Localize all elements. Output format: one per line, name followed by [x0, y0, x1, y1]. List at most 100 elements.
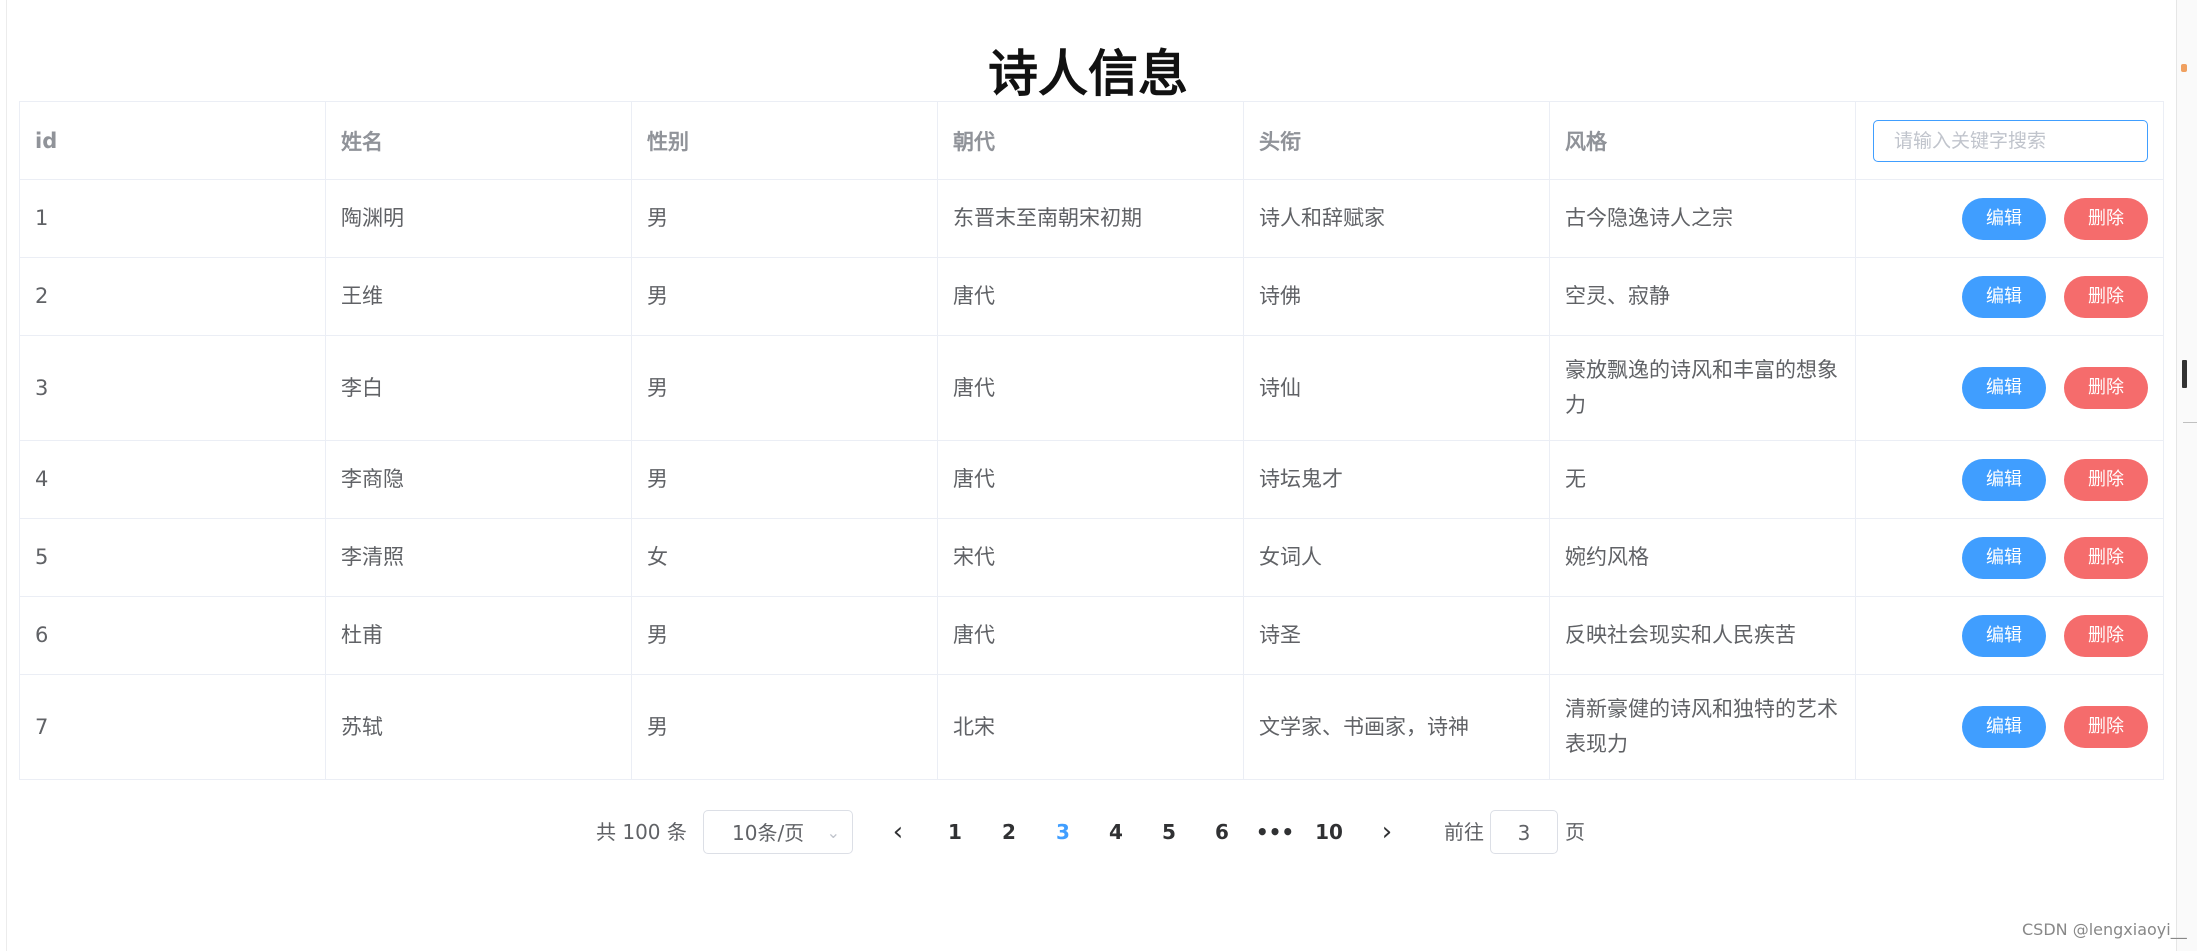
column-header-name: 姓名 [325, 101, 632, 180]
table-row: 5 李清照 女 宋代 女词人 婉约风格 编辑 删除 [19, 518, 2164, 597]
cell-gender: 男 [631, 257, 938, 336]
cell-name: 苏轼 [325, 674, 632, 780]
cell-title: 诗佛 [1243, 257, 1550, 336]
cell-gender: 男 [631, 596, 938, 675]
cell-id: 6 [19, 596, 326, 675]
cell-id: 5 [19, 518, 326, 597]
edit-button[interactable]: 编辑 [1962, 536, 2046, 579]
cell-id: 7 [19, 674, 326, 780]
cell-style: 清新豪健的诗风和独特的艺术表现力 [1549, 674, 1856, 780]
column-header-style: 风格 [1549, 101, 1856, 180]
column-header-id: id [19, 101, 326, 180]
cell-dynasty: 唐代 [937, 335, 1244, 441]
table-row: 2 王维 男 唐代 诗佛 空灵、寂静 编辑 删除 [19, 257, 2164, 336]
cell-gender: 男 [631, 674, 938, 780]
page-number[interactable]: 2 [987, 810, 1031, 854]
column-header-title: 头衔 [1243, 101, 1550, 180]
cell-actions: 编辑 删除 [1855, 518, 2164, 597]
table-row: 3 李白 男 唐代 诗仙 豪放飘逸的诗风和丰富的想象力 编辑 删除 [19, 335, 2164, 441]
delete-button[interactable]: 删除 [2064, 614, 2148, 657]
cell-name: 李白 [325, 335, 632, 441]
page-number[interactable]: 5 [1147, 810, 1191, 854]
edit-button[interactable]: 编辑 [1962, 275, 2046, 318]
cell-id: 1 [19, 179, 326, 258]
cell-style: 古今隐逸诗人之宗 [1549, 179, 1856, 258]
cell-title: 诗圣 [1243, 596, 1550, 675]
page-number[interactable]: 4 [1094, 810, 1138, 854]
table-row: 4 李商隐 男 唐代 诗坛鬼才 无 编辑 删除 [19, 440, 2164, 519]
cell-actions: 编辑 删除 [1855, 257, 2164, 336]
edit-button[interactable]: 编辑 [1962, 197, 2046, 240]
chevron-down-icon: ⌄ [826, 823, 840, 842]
cell-gender: 男 [631, 335, 938, 441]
table-row: 6 杜甫 男 唐代 诗圣 反映社会现实和人民疾苦 编辑 删除 [19, 596, 2164, 675]
cell-style: 空灵、寂静 [1549, 257, 1856, 336]
cell-name: 李清照 [325, 518, 632, 597]
cell-dynasty: 东晋末至南朝宋初期 [937, 179, 1244, 258]
cell-style: 无 [1549, 440, 1856, 519]
delete-button[interactable]: 删除 [2064, 367, 2148, 409]
column-header-dynasty: 朝代 [937, 101, 1244, 180]
table-row: 1 陶渊明 男 东晋末至南朝宋初期 诗人和辞赋家 古今隐逸诗人之宗 编辑 删除 [19, 179, 2164, 258]
edit-button[interactable]: 编辑 [1962, 458, 2046, 501]
goto-label: 前往 [1444, 820, 1484, 844]
delete-button[interactable]: 删除 [2064, 706, 2148, 748]
cell-dynasty: 唐代 [937, 440, 1244, 519]
cell-actions: 编辑 删除 [1855, 440, 2164, 519]
page-number[interactable]: 10 [1307, 810, 1351, 854]
cell-actions: 编辑 删除 [1855, 674, 2164, 780]
delete-button[interactable]: 删除 [2064, 197, 2148, 240]
chevron-left-icon[interactable]: ‹ [883, 810, 913, 854]
cell-dynasty: 北宋 [937, 674, 1244, 780]
column-header-gender: 性别 [631, 101, 938, 180]
delete-button[interactable]: 删除 [2064, 536, 2148, 579]
cell-style: 婉约风格 [1549, 518, 1856, 597]
cell-id: 2 [19, 257, 326, 336]
delete-button[interactable]: 删除 [2064, 458, 2148, 501]
cell-id: 3 [19, 335, 326, 441]
delete-button[interactable]: 删除 [2064, 275, 2148, 318]
chevron-right-icon[interactable]: › [1372, 810, 1402, 854]
cell-gender: 女 [631, 518, 938, 597]
page-number[interactable]: 1 [933, 810, 977, 854]
more-pages-icon[interactable]: ••• [1253, 810, 1297, 854]
goto-unit: 页 [1565, 820, 1585, 844]
cell-dynasty: 唐代 [937, 257, 1244, 336]
page-number-current[interactable]: 3 [1041, 810, 1085, 854]
goto-page-input[interactable]: 3 [1490, 810, 1558, 854]
cell-dynasty: 宋代 [937, 518, 1244, 597]
cell-name: 李商隐 [325, 440, 632, 519]
edit-button[interactable]: 编辑 [1962, 367, 2046, 409]
page-number[interactable]: 6 [1200, 810, 1244, 854]
cell-name: 王维 [325, 257, 632, 336]
cell-name: 陶渊明 [325, 179, 632, 258]
edit-button[interactable]: 编辑 [1962, 614, 2046, 657]
table-row: 7 苏轼 男 北宋 文学家、书画家，诗神 清新豪健的诗风和独特的艺术表现力 编辑… [19, 674, 2164, 780]
cell-style: 反映社会现实和人民疾苦 [1549, 596, 1856, 675]
cell-title: 文学家、书画家，诗神 [1243, 674, 1550, 780]
cell-dynasty: 唐代 [937, 596, 1244, 675]
side-panel-handle[interactable] [2182, 360, 2187, 388]
page-title: 诗人信息 [988, 44, 1188, 103]
cell-actions: 编辑 删除 [1855, 596, 2164, 675]
right-side-panel [2176, 0, 2197, 951]
cell-gender: 男 [631, 440, 938, 519]
side-panel-marker [2181, 64, 2187, 72]
cell-actions: 编辑 删除 [1855, 179, 2164, 258]
cell-title: 女词人 [1243, 518, 1550, 597]
left-edge [6, 0, 7, 951]
table-header-row: id 姓名 性别 朝代 头衔 风格 [19, 101, 2164, 180]
pagination-total: 共 100 条 [596, 820, 687, 844]
cell-title: 诗坛鬼才 [1243, 440, 1550, 519]
pagination: 共 100 条 10条/页 ⌄ ‹ 1 2 3 4 5 6 ••• 10 › 前… [0, 810, 2176, 854]
side-panel-divider [2183, 422, 2197, 423]
search-input[interactable] [1873, 119, 2148, 162]
cell-id: 4 [19, 440, 326, 519]
page-size-select[interactable]: 10条/页 ⌄ [703, 810, 853, 854]
page-size-value: 10条/页 [732, 821, 805, 845]
poet-table: id 姓名 性别 朝代 头衔 风格 1 陶渊明 男 东晋末至南朝宋初期 诗人和辞… [19, 101, 2164, 780]
edit-button[interactable]: 编辑 [1962, 706, 2046, 748]
watermark: CSDN @lengxiaoyi__ [2022, 920, 2187, 939]
search-cell [1855, 101, 2164, 180]
cell-actions: 编辑 删除 [1855, 335, 2164, 441]
